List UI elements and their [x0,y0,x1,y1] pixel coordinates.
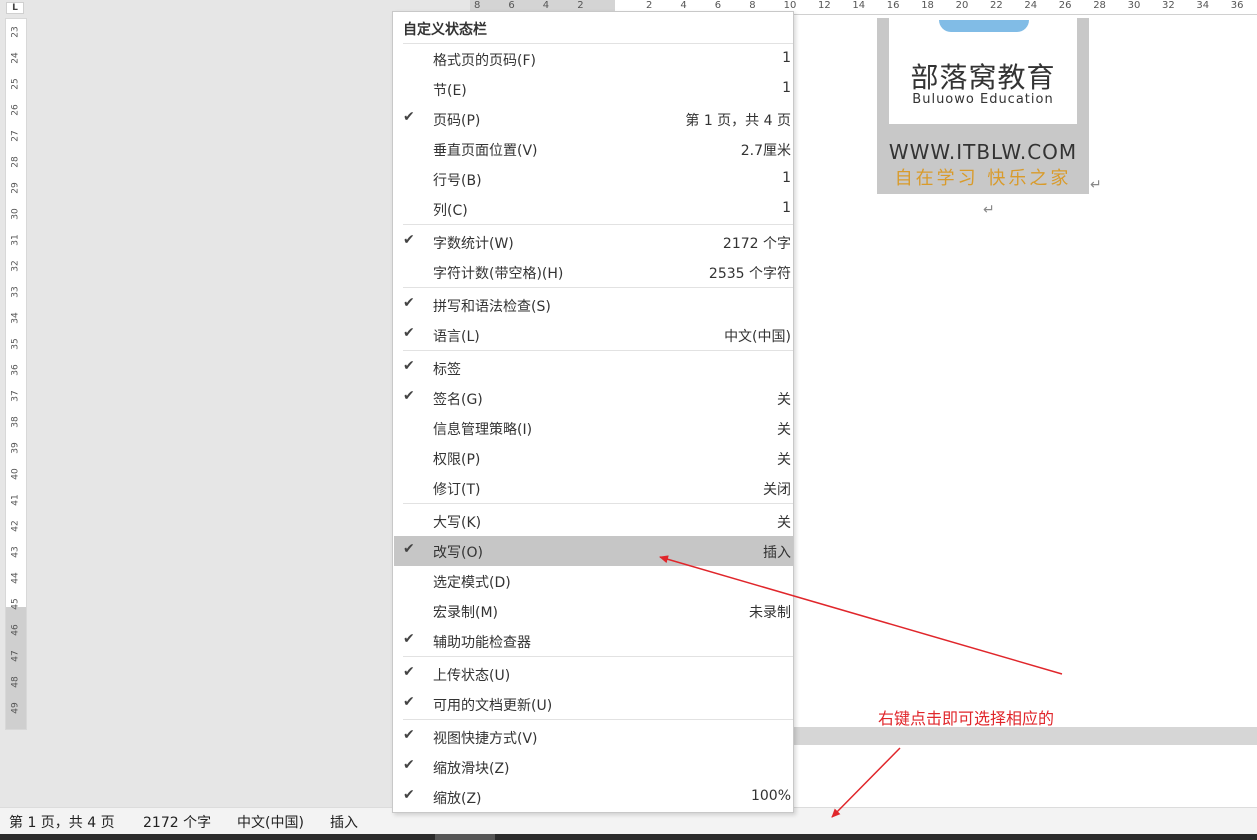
annotation-arrows [659,555,1063,818]
annotation-arrow-to-statusbar [831,747,901,818]
annotation-arrow-to-menu [659,555,1063,675]
